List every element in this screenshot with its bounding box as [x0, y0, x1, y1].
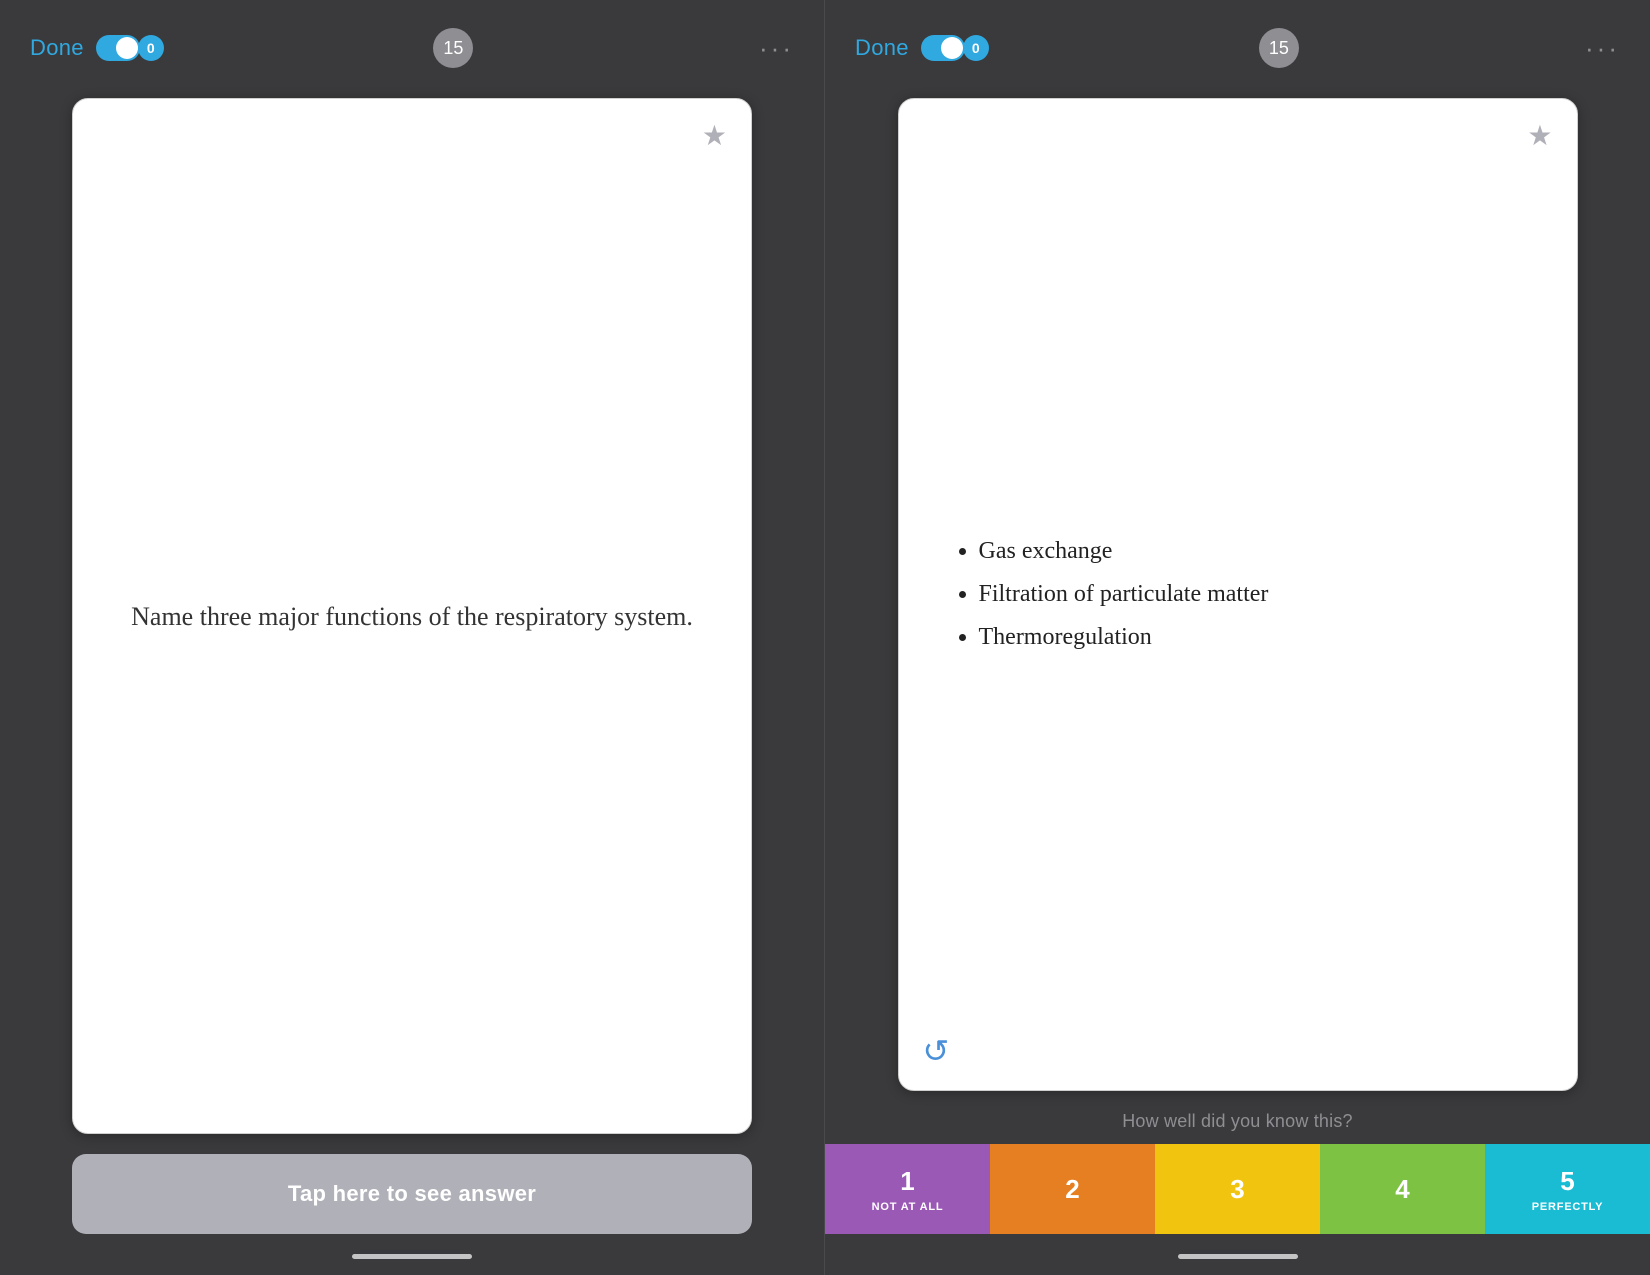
tap-here-button[interactable]: Tap here to see answer [72, 1154, 752, 1234]
right-card-answer: Gas exchange Filtration of particulate m… [899, 490, 1577, 700]
right-screen: Done 0 15 ··· ★ Gas exchange Filtration … [825, 0, 1650, 1275]
left-header: Done 0 15 ··· [0, 0, 824, 88]
answer-item-2: Filtration of particulate matter [979, 573, 1527, 616]
right-header-center: 15 [989, 28, 1569, 68]
rating-number-4: 4 [1395, 1174, 1409, 1205]
rating-label-1: NOT AT ALL [872, 1201, 944, 1213]
rating-area: How well did you know this? 1 NOT AT ALL… [825, 1111, 1650, 1234]
right-home-indicator [1178, 1254, 1298, 1259]
right-toggle-knob [941, 37, 963, 59]
left-card-question: Name three major functions of the respir… [91, 557, 733, 676]
rating-question: How well did you know this? [1122, 1111, 1353, 1132]
rating-button-1[interactable]: 1 NOT AT ALL [825, 1144, 990, 1234]
right-toggle-count: 0 [963, 35, 989, 61]
left-done-button[interactable]: Done [30, 35, 84, 61]
rating-button-4[interactable]: 4 [1320, 1144, 1485, 1234]
right-done-button[interactable]: Done [855, 35, 909, 61]
right-toggle[interactable] [921, 35, 965, 61]
answer-item-3: Thermoregulation [979, 616, 1527, 659]
left-home-indicator [352, 1254, 472, 1259]
left-card-container: ★ Name three major functions of the resp… [72, 98, 752, 1134]
right-card: ★ Gas exchange Filtration of particulate… [898, 98, 1578, 1091]
left-screen: Done 0 15 ··· ★ Name three major functio… [0, 0, 825, 1275]
rating-number-2: 2 [1065, 1174, 1079, 1205]
rating-number-1: 1 [900, 1166, 914, 1197]
right-dots-button[interactable]: ··· [1585, 33, 1620, 64]
right-card-container: ★ Gas exchange Filtration of particulate… [898, 98, 1578, 1091]
right-progress-badge: 15 [1259, 28, 1299, 68]
replay-icon[interactable]: ↺ [923, 1032, 950, 1070]
rating-button-5[interactable]: 5 PERFECTLY [1485, 1144, 1650, 1234]
left-dots-button[interactable]: ··· [759, 33, 794, 64]
rating-button-3[interactable]: 3 [1155, 1144, 1320, 1234]
right-header: Done 0 15 ··· [825, 0, 1650, 88]
right-star-icon[interactable]: ★ [1527, 119, 1552, 152]
right-toggle-area: 0 [921, 35, 989, 61]
left-toggle-knob [116, 37, 138, 59]
left-progress-badge: 15 [433, 28, 473, 68]
answer-list: Gas exchange Filtration of particulate m… [949, 530, 1527, 660]
rating-buttons: 1 NOT AT ALL 2 3 4 5 PERFECTLY [825, 1144, 1650, 1234]
left-card[interactable]: ★ Name three major functions of the resp… [72, 98, 752, 1134]
answer-item-1: Gas exchange [979, 530, 1527, 573]
rating-number-3: 3 [1230, 1174, 1244, 1205]
tap-here-label: Tap here to see answer [288, 1181, 536, 1207]
left-toggle-area: 0 [96, 35, 164, 61]
rating-label-5: PERFECTLY [1532, 1201, 1604, 1213]
left-star-icon[interactable]: ★ [702, 119, 727, 152]
screens-container: Done 0 15 ··· ★ Name three major functio… [0, 0, 1650, 1275]
rating-number-5: 5 [1560, 1166, 1574, 1197]
left-toggle[interactable] [96, 35, 140, 61]
left-toggle-count: 0 [138, 35, 164, 61]
left-header-center: 15 [164, 28, 743, 68]
rating-button-2[interactable]: 2 [990, 1144, 1155, 1234]
